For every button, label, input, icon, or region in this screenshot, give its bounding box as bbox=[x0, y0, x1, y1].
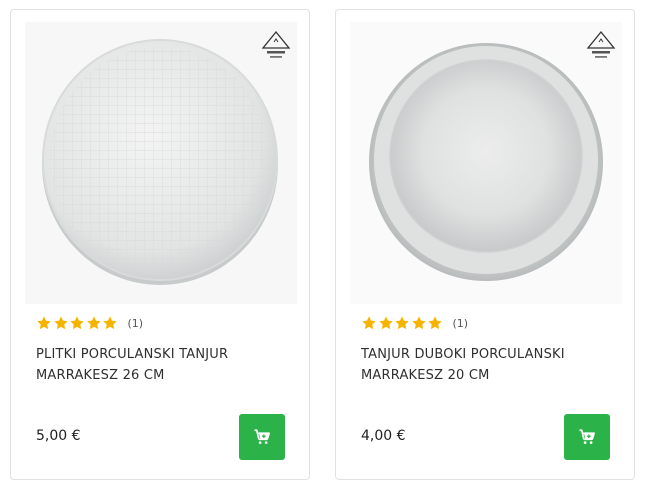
star-icon bbox=[362, 316, 376, 330]
star-icon bbox=[103, 316, 117, 330]
star-icon bbox=[70, 316, 84, 330]
product-price: 4,00 € bbox=[361, 428, 406, 444]
flat-plate-image bbox=[42, 39, 278, 285]
product-title[interactable]: PLITKI PORCULANSKI TANJUR MARRAKESZ 26 C… bbox=[36, 344, 286, 386]
product-card[interactable]: (1) TANJUR DUBOKI PORCULANSKI MARRAKESZ … bbox=[335, 9, 635, 480]
cart-plus-icon bbox=[254, 429, 270, 444]
add-to-cart-button[interactable] bbox=[239, 414, 285, 460]
product-price: 5,00 € bbox=[36, 428, 81, 444]
star-icon bbox=[37, 316, 51, 330]
product-image[interactable] bbox=[25, 22, 297, 304]
review-count: (1) bbox=[127, 316, 144, 330]
cart-plus-icon bbox=[579, 429, 595, 444]
star-icon bbox=[428, 316, 442, 330]
product-image[interactable] bbox=[350, 22, 622, 304]
star-icon bbox=[395, 316, 409, 330]
star-icon bbox=[86, 316, 101, 330]
deep-plate-image bbox=[369, 43, 603, 281]
star-rating: (1) bbox=[361, 315, 468, 331]
star-icon bbox=[411, 316, 426, 330]
brand-logo-icon bbox=[261, 30, 291, 58]
star-icon bbox=[378, 316, 393, 330]
brand-logo-icon bbox=[586, 30, 616, 58]
product-card[interactable]: (1) PLITKI PORCULANSKI TANJUR MARRAKESZ … bbox=[10, 9, 310, 480]
star-rating: (1) bbox=[36, 315, 143, 331]
product-title[interactable]: TANJUR DUBOKI PORCULANSKI MARRAKESZ 20 C… bbox=[361, 344, 611, 386]
add-to-cart-button[interactable] bbox=[564, 414, 610, 460]
star-icon bbox=[53, 316, 68, 330]
review-count: (1) bbox=[452, 316, 469, 330]
